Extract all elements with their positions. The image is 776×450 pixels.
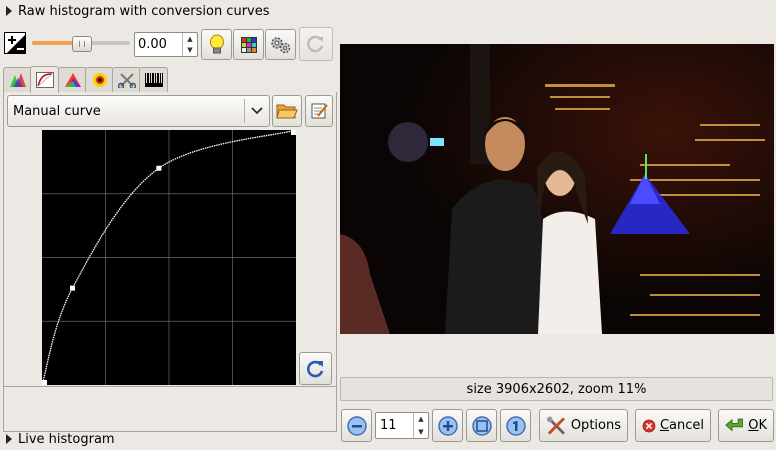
spin-up-icon[interactable]: ▲ xyxy=(414,413,428,426)
open-curve-button[interactable] xyxy=(272,95,302,127)
curve-type-value: Manual curve xyxy=(13,104,101,119)
save-edit-icon xyxy=(311,103,328,119)
reset-button[interactable] xyxy=(299,27,333,61)
zoom-out-button[interactable] xyxy=(341,409,372,442)
image-size-zoom-text: size 3906x2602, zoom 11% xyxy=(466,381,647,397)
color-icon xyxy=(64,73,81,87)
settings-button[interactable] xyxy=(265,29,296,60)
zoom-out-icon xyxy=(346,415,367,436)
chevron-down-icon xyxy=(251,107,263,115)
options-button[interactable]: Options xyxy=(539,409,628,442)
zoom-100-button[interactable] xyxy=(500,409,531,442)
crop-icon xyxy=(117,73,136,88)
spin-down-icon[interactable]: ▼ xyxy=(183,45,197,57)
lightbulb-icon xyxy=(209,34,224,53)
base-icon xyxy=(9,73,26,87)
ok-button[interactable]: OK xyxy=(718,409,774,442)
spin-up-icon[interactable]: ▲ xyxy=(183,33,197,45)
curve-anchor-point[interactable] xyxy=(69,285,75,291)
refresh-icon xyxy=(306,360,323,377)
ok-arrow-icon xyxy=(725,418,743,431)
folder-open-icon xyxy=(276,104,298,119)
zoom-original-icon xyxy=(505,415,526,436)
exposure-spin[interactable]: 0.00 ▲ ▼ xyxy=(134,32,198,57)
zoom-value: 11 xyxy=(380,418,397,433)
expander-arrow-icon xyxy=(6,6,12,16)
curve-type-combo[interactable]: Manual curve xyxy=(7,95,270,127)
zoom-spin[interactable]: 11 ▲ ▼ xyxy=(375,412,429,439)
lens-tab[interactable] xyxy=(85,67,114,92)
cancel-button[interactable]: Cancel xyxy=(635,409,711,442)
zoom-fit-button[interactable] xyxy=(466,409,497,442)
spin-down-icon[interactable]: ▼ xyxy=(414,426,428,439)
image-preview[interactable] xyxy=(340,44,774,334)
lens-icon xyxy=(92,73,107,87)
cancel-icon xyxy=(642,419,656,432)
zoom-fit-icon xyxy=(471,415,492,436)
exposure-value: 0.00 xyxy=(138,37,167,52)
zoom-in-button[interactable] xyxy=(432,409,463,442)
gears-icon xyxy=(270,36,290,53)
exposure-slider-handle[interactable] xyxy=(72,36,92,52)
base-tab[interactable] xyxy=(3,67,32,92)
curve-anchor-point[interactable] xyxy=(156,165,162,171)
exif-icon xyxy=(144,73,163,87)
save-curve-button[interactable] xyxy=(305,95,333,127)
expander-arrow-icon xyxy=(6,434,12,444)
options-label: Options xyxy=(570,418,621,433)
zoom-in-icon xyxy=(437,415,458,436)
cancel-label: Cancel xyxy=(659,418,704,433)
ok-label: OK xyxy=(748,418,767,433)
photo-picture xyxy=(340,44,774,334)
color-tab[interactable] xyxy=(58,67,87,92)
curve-graph xyxy=(41,129,297,386)
status-bar: size 3906x2602, zoom 11% xyxy=(340,377,773,401)
auto-exposure-button[interactable] xyxy=(201,29,232,60)
tools-icon xyxy=(546,416,565,435)
raw-histogram-expander[interactable]: Raw histogram with conversion curves xyxy=(6,1,336,21)
exposure-icon xyxy=(4,32,26,54)
raw-histogram-label: Raw histogram with conversion curves xyxy=(18,3,270,19)
exif-tab[interactable] xyxy=(139,67,168,92)
curve-tab[interactable] xyxy=(30,66,59,93)
reset-curve-button[interactable] xyxy=(299,352,332,385)
live-histogram-expander[interactable]: Live histogram xyxy=(6,429,336,449)
curve-icon xyxy=(35,72,54,88)
color-chart-button[interactable] xyxy=(233,29,264,60)
curve-editor[interactable] xyxy=(41,129,297,386)
tool-tabs xyxy=(3,66,337,93)
live-histogram-label: Live histogram xyxy=(18,431,115,447)
color-chart-icon xyxy=(240,36,257,53)
exposure-slider[interactable] xyxy=(32,36,130,52)
refresh-icon xyxy=(307,35,324,53)
crop-tab[interactable] xyxy=(112,67,141,92)
curve-anchor-point[interactable] xyxy=(42,380,47,385)
curve-anchor-point[interactable] xyxy=(291,130,296,135)
curve-divider xyxy=(3,386,337,387)
